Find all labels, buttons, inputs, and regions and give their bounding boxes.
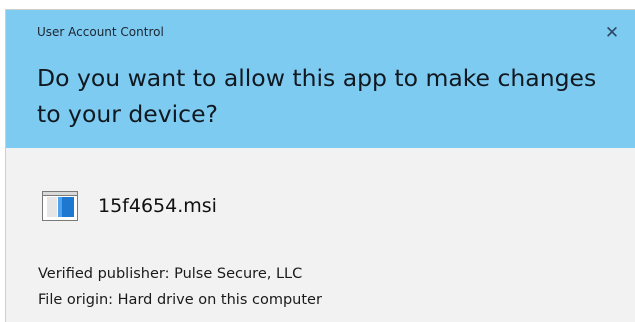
- file-name: 15f4654.msi: [98, 195, 217, 217]
- msi-installer-icon: [42, 191, 78, 221]
- dialog-header: User Account Control ✕ Do you want to al…: [6, 10, 635, 148]
- verified-publisher: Verified publisher: Pulse Secure, LLC: [38, 266, 303, 282]
- file-origin: File origin: Hard drive on this computer: [38, 292, 322, 308]
- close-button[interactable]: ✕: [603, 24, 621, 42]
- app-info-row: 15f4654.msi: [42, 189, 217, 223]
- uac-dialog: User Account Control ✕ Do you want to al…: [5, 9, 635, 322]
- dialog-question: Do you want to allow this app to make ch…: [37, 64, 597, 128]
- dialog-caption: User Account Control: [37, 25, 164, 39]
- screen: User Account Control ✕ Do you want to al…: [0, 0, 635, 322]
